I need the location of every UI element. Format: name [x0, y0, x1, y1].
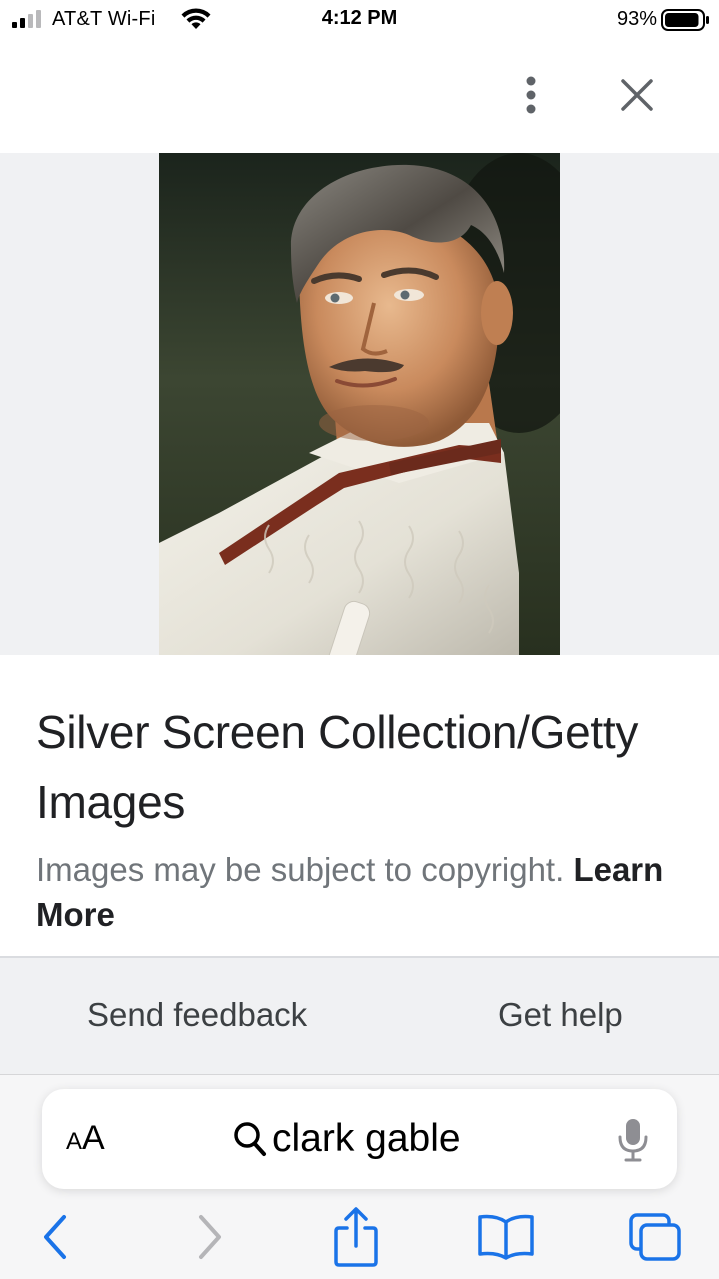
search-icon — [234, 1122, 266, 1156]
microphone-icon[interactable] — [616, 1117, 650, 1163]
chevron-right-icon — [199, 1215, 221, 1259]
text-size-large-a: A — [82, 1119, 105, 1157]
send-feedback-link[interactable]: Send feedback — [87, 996, 307, 1034]
address-bar[interactable]: A A clark gable — [42, 1089, 677, 1189]
vertical-dots-icon — [526, 76, 536, 114]
copyright-notice: Images may be subject to copyright. Lear… — [36, 847, 676, 937]
search-query-area[interactable]: clark gable — [232, 1113, 461, 1165]
portrait-photo — [159, 153, 560, 655]
image-preview-area — [0, 153, 719, 655]
get-help-link[interactable]: Get help — [498, 996, 623, 1034]
browser-toolbar: A A clark gable — [0, 1074, 719, 1279]
close-button[interactable] — [612, 70, 662, 120]
tabs-overview-icon — [629, 1213, 681, 1261]
tabs-button[interactable] — [624, 1205, 686, 1269]
bookmarks-button[interactable] — [474, 1205, 538, 1269]
close-icon — [621, 79, 653, 111]
image-source-title: Silver Screen Collection/Getty Images — [36, 706, 639, 828]
search-query-text: clark gable — [272, 1117, 461, 1160]
feedback-footer: Send feedback Get help — [0, 958, 719, 1074]
forward-button[interactable] — [185, 1205, 235, 1269]
viewer-header — [0, 40, 719, 153]
share-button[interactable] — [326, 1205, 386, 1269]
preview-image[interactable] — [159, 153, 560, 655]
share-icon — [334, 1207, 378, 1267]
status-bar: AT&T Wi-Fi 4:12 PM 93% — [0, 0, 719, 40]
more-options-button[interactable] — [508, 70, 554, 120]
battery-icon — [661, 9, 709, 31]
text-size-small-a: A — [66, 1128, 83, 1155]
battery-percentage: 93% — [616, 8, 657, 30]
image-caption: Silver Screen Collection/Getty Images Im… — [0, 655, 719, 956]
book-icon — [478, 1214, 534, 1260]
clock: 4:12 PM — [321, 7, 398, 29]
copyright-text: Images may be subject to copyright. — [36, 851, 565, 888]
chevron-left-icon — [44, 1215, 66, 1259]
text-size-button[interactable]: A A — [66, 1119, 105, 1159]
back-button[interactable] — [30, 1205, 80, 1269]
